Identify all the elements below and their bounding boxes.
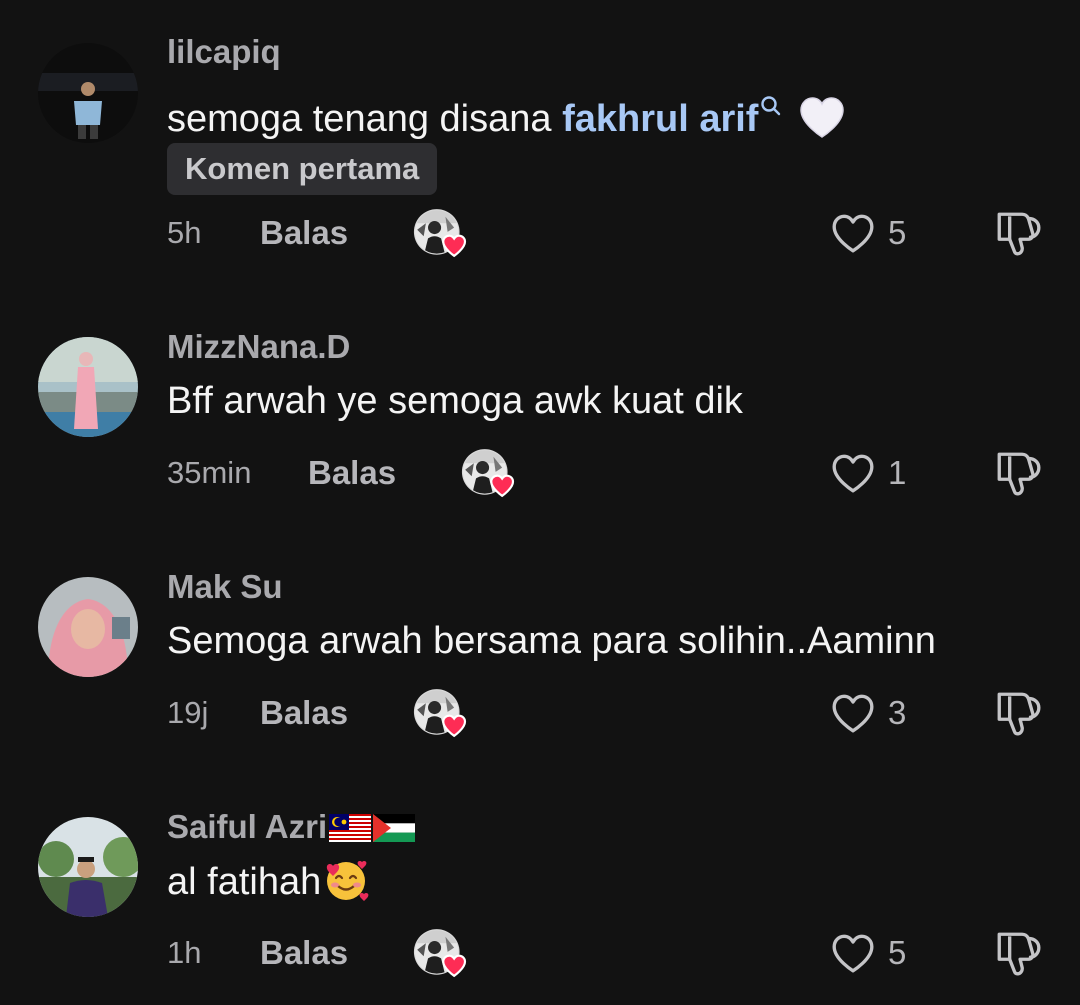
username[interactable]: MizzNana.D bbox=[167, 327, 350, 367]
dislike-button[interactable] bbox=[993, 928, 1043, 978]
like-count: 3 bbox=[888, 694, 907, 731]
dislike-button[interactable] bbox=[993, 448, 1043, 498]
search-icon[interactable] bbox=[760, 82, 782, 128]
comment-time: 35min bbox=[167, 455, 252, 490]
thumbs-down-icon bbox=[997, 932, 1041, 976]
comment-text: semoga tenang disana fakhrul arif bbox=[167, 82, 846, 150]
avatar[interactable] bbox=[38, 577, 138, 677]
thumbs-down-icon bbox=[997, 212, 1041, 256]
smiling-face-with-hearts-icon bbox=[323, 858, 369, 913]
like-count: 1 bbox=[888, 454, 907, 491]
creator-liked-icon bbox=[459, 448, 517, 498]
comment-text: Bff arwah ye semoga awk kuat dik bbox=[167, 380, 743, 422]
like-button[interactable]: 1 bbox=[830, 448, 930, 498]
comment-time: 1h bbox=[167, 935, 202, 970]
dislike-button[interactable] bbox=[993, 688, 1043, 738]
avatar[interactable] bbox=[38, 817, 138, 917]
username[interactable]: Saiful Azri bbox=[167, 807, 416, 851]
mention-link[interactable]: fakhrul arif bbox=[562, 98, 758, 140]
comment-item: Saiful Azri al fatihah 1h Balas 5 bbox=[0, 0, 1080, 1]
like-button[interactable]: 5 bbox=[830, 208, 930, 258]
dislike-button[interactable] bbox=[993, 208, 1043, 258]
white-heart-icon bbox=[798, 95, 846, 150]
comment-time: 5h bbox=[167, 215, 202, 250]
comment-text: al fatihah bbox=[167, 858, 369, 913]
avatar-image bbox=[38, 337, 138, 437]
avatar[interactable] bbox=[38, 43, 138, 143]
username[interactable]: lilcapiq bbox=[167, 32, 281, 72]
creator-liked-icon bbox=[411, 928, 469, 978]
heart-outline-icon bbox=[832, 694, 874, 733]
avatar-image bbox=[38, 43, 138, 143]
heart-outline-icon bbox=[832, 934, 874, 973]
avatar-image bbox=[38, 817, 138, 917]
comment-text-prefix: semoga tenang disana bbox=[167, 98, 563, 140]
username-text: Saiful Azri bbox=[167, 808, 328, 845]
heart-outline-icon bbox=[832, 214, 874, 253]
reply-button[interactable]: Balas bbox=[260, 933, 348, 973]
palestine-flag-icon bbox=[373, 811, 416, 851]
malaysia-flag-icon bbox=[329, 811, 372, 851]
comment-item: lilcapiq semoga tenang disana fakhrul ar… bbox=[0, 0, 1080, 280]
creator-liked-icon bbox=[411, 208, 469, 258]
thumbs-down-icon bbox=[997, 692, 1041, 736]
reply-button[interactable]: Balas bbox=[308, 453, 396, 493]
first-comment-badge: Komen pertama bbox=[167, 143, 438, 195]
comment-text: Semoga arwah bersama para solihin..Aamin… bbox=[167, 620, 936, 662]
like-button[interactable]: 5 bbox=[830, 928, 930, 978]
username[interactable]: Mak Su bbox=[167, 567, 283, 607]
thumbs-down-icon bbox=[997, 452, 1041, 496]
heart-outline-icon bbox=[832, 454, 874, 493]
reply-button[interactable]: Balas bbox=[260, 213, 348, 253]
reply-button[interactable]: Balas bbox=[260, 693, 348, 733]
comment-time: 19j bbox=[167, 695, 209, 730]
avatar-image bbox=[38, 577, 138, 677]
like-count: 5 bbox=[888, 214, 907, 251]
creator-liked-icon bbox=[411, 688, 469, 738]
like-button[interactable]: 3 bbox=[830, 688, 930, 738]
avatar[interactable] bbox=[38, 337, 138, 437]
comment-text-body: al fatihah bbox=[167, 861, 322, 903]
like-count: 5 bbox=[888, 934, 907, 971]
